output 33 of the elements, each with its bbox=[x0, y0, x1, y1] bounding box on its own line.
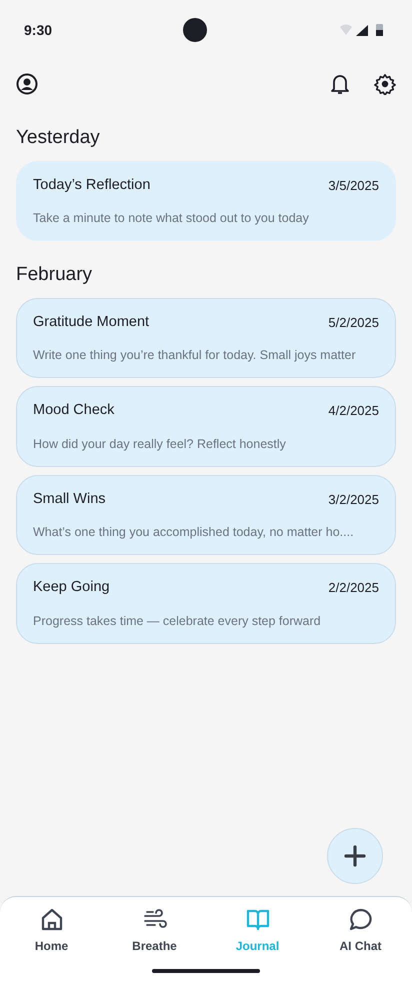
nav-tab[interactable]: Breathe bbox=[103, 897, 206, 984]
section-heading: Yesterday bbox=[16, 126, 101, 150]
entry-date: 2/2/2025 bbox=[328, 579, 379, 598]
plus-icon bbox=[344, 845, 366, 867]
entry-title: Mood Check bbox=[33, 401, 114, 420]
camera-icon bbox=[183, 18, 208, 42]
book-icon bbox=[244, 907, 270, 933]
journal-entry-card[interactable]: Small Wins 3/2/2025 What’s one thing you accomplished today, no matter ho.... bbox=[16, 474, 396, 555]
entry-date: 4/2/2025 bbox=[328, 402, 379, 420]
entry-title: Small Wins bbox=[33, 490, 106, 508]
entry-date: 5/2/2025 bbox=[328, 314, 379, 332]
nav-tab[interactable]: Home bbox=[0, 897, 103, 984]
entry-title: Gratitude Moment bbox=[33, 312, 150, 332]
journal-entry-card[interactable]: Gratitude Moment 5/2/2025 Write one thing you’re thankful for today. Small joys matter bbox=[16, 298, 396, 378]
nav-tab[interactable]: AI Chat bbox=[309, 897, 412, 984]
entry-date: 3/2/2025 bbox=[328, 490, 379, 509]
entry-preview: Take a minute to note what stood out to you today bbox=[33, 210, 310, 228]
entry-preview: Write one thing you’re thankful for today. Small joys matter bbox=[33, 347, 357, 364]
journal-entry-card[interactable]: Mood Check 4/2/2025 How did your day really feel? Reflect honestly bbox=[16, 386, 396, 466]
section-heading: February bbox=[16, 263, 94, 287]
entry-preview: Progress takes time — celebrate every step forward bbox=[33, 612, 322, 630]
entry-title: Today’s Reflection bbox=[33, 176, 150, 194]
chat-icon bbox=[348, 907, 374, 933]
status-time: 9:30 bbox=[24, 20, 52, 40]
notification-icon[interactable] bbox=[330, 73, 350, 95]
entry-preview: How did your day really feel? Reflect honestly bbox=[33, 436, 287, 453]
settings-icon[interactable] bbox=[374, 73, 396, 95]
entry-date: 3/5/2025 bbox=[328, 176, 379, 195]
profile-icon[interactable] bbox=[16, 73, 38, 95]
journal-entry-card[interactable]: Keep Going 2/2/2025 Progress takes time — celebrate every step forward bbox=[16, 563, 396, 644]
journal-entry-card[interactable]: Today’s Reflection 3/5/2025 Take a minute to note what stood out to you today bbox=[16, 160, 396, 241]
entry-title: Keep Going bbox=[33, 578, 110, 597]
entry-preview: What’s one thing you accomplished today, no matter ho.... bbox=[33, 524, 355, 542]
